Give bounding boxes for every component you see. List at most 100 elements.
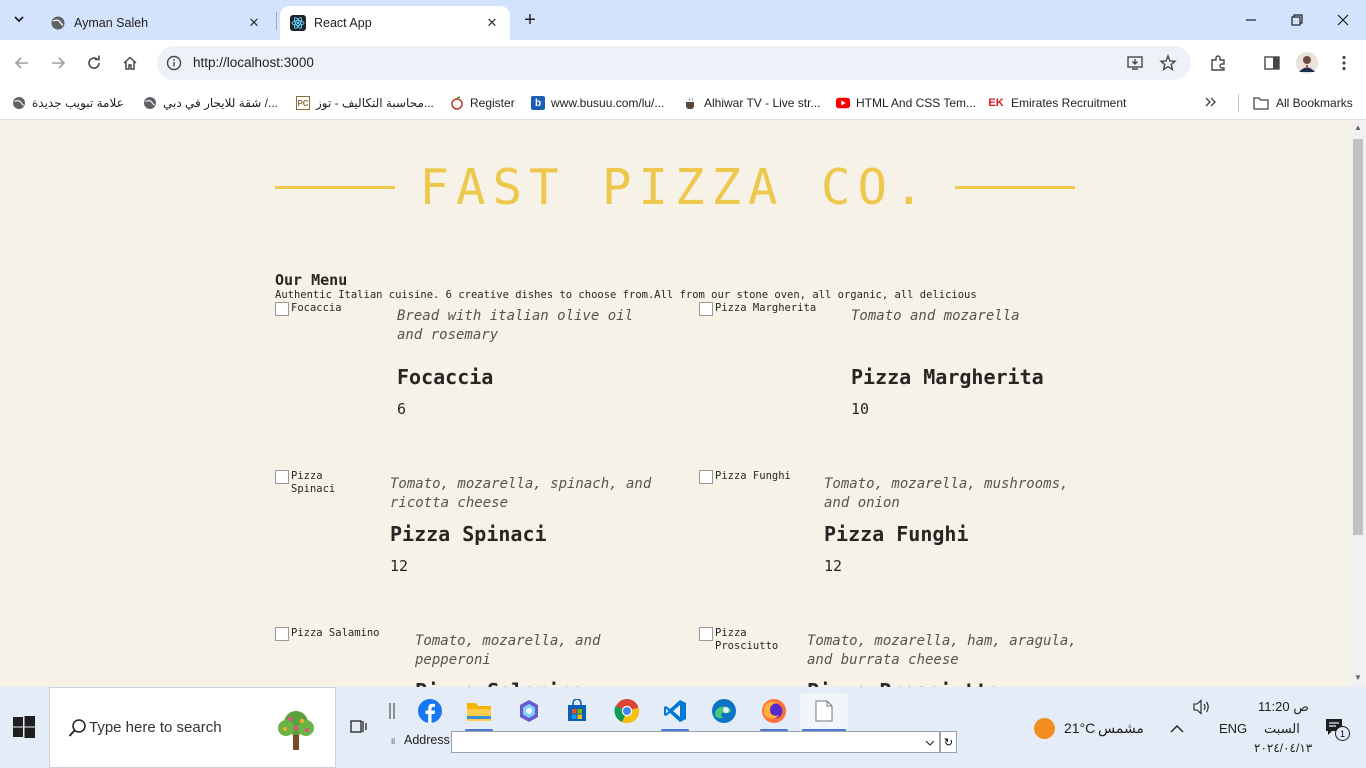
restore-button[interactable]: [1274, 6, 1320, 34]
vscode-icon: [664, 700, 686, 722]
youtube-icon: [836, 96, 850, 110]
address-go-button[interactable]: ↻: [940, 731, 957, 753]
bookmark-item[interactable]: b www.busuu.com/lu/...: [531, 93, 664, 113]
list-item: Pizza Prosciutto Tomato, mozarella, ham,…: [699, 627, 1099, 687]
scroll-thumb[interactable]: [1353, 139, 1363, 535]
star-icon[interactable]: [1158, 53, 1178, 73]
weather-sun-icon[interactable]: [1034, 718, 1055, 739]
bookmark-item[interactable]: PC محاسبة التكاليف - توز...: [296, 93, 434, 113]
home-button[interactable]: [117, 50, 143, 76]
bookmark-item[interactable]: علامة تبويب جديدة: [12, 93, 124, 113]
taskbar-search-box[interactable]: Type here to search: [49, 687, 336, 768]
search-placeholder: Type here to search: [89, 719, 222, 736]
avatar[interactable]: [1296, 52, 1318, 74]
extensions-icon[interactable]: [1207, 52, 1229, 74]
clock-day[interactable]: السبت: [1264, 721, 1300, 737]
address-label: Address: [404, 733, 450, 747]
edge-icon: [712, 699, 736, 723]
address-bar[interactable]: http://localhost:3000: [157, 46, 1191, 80]
folder-icon: [467, 703, 491, 721]
broken-image-icon: [275, 302, 289, 316]
pizza-name: Pizza Margherita: [851, 365, 1044, 389]
all-bookmarks-button[interactable]: All Bookmarks: [1252, 93, 1353, 113]
install-app-icon[interactable]: [1125, 53, 1145, 73]
more-bookmarks-button[interactable]: [1203, 93, 1217, 113]
scroll-down-icon[interactable]: ▼: [1353, 673, 1363, 682]
pizza-name: Pizza Spinaci: [390, 522, 547, 546]
start-button[interactable]: [12, 715, 36, 739]
weather-temperature[interactable]: 21°C: [1064, 720, 1095, 736]
tab-search-button[interactable]: [6, 7, 32, 33]
taskbar-edge[interactable]: [706, 693, 742, 729]
header-line-right: [955, 186, 1075, 189]
task-view-button[interactable]: [341, 709, 377, 745]
tab-react-app[interactable]: React App ✕: [280, 6, 510, 40]
close-window-button[interactable]: [1320, 6, 1366, 34]
weather-description[interactable]: مشمس: [1098, 720, 1144, 737]
firefox-icon: [762, 699, 786, 723]
bookmark-item[interactable]: EK Emirates Recruitment: [987, 93, 1126, 113]
chevron-down-icon[interactable]: [925, 735, 935, 753]
bookmark-label: شقة للايجار في دبي /...: [163, 96, 279, 110]
list-item: Pizza Salamino Tomato, mozarella, and pe…: [275, 627, 675, 687]
info-icon[interactable]: [166, 55, 182, 71]
store-icon: [568, 699, 586, 721]
address-toolbar-grip: ॥: [390, 736, 396, 746]
volume-icon[interactable]: [1192, 699, 1212, 720]
toolbar-grip[interactable]: [380, 693, 404, 729]
bookmark-item[interactable]: HTML And CSS Tem...: [836, 93, 976, 113]
bookmark-label: Alhiwar TV - Live str...: [704, 96, 821, 110]
reload-button[interactable]: [81, 50, 107, 76]
list-item: Pizza Funghi Tomato, mozarella, mushroom…: [699, 470, 1099, 620]
arrow-right-icon: [52, 57, 66, 69]
pizza-ingredients: Tomato and mozarella: [851, 308, 1020, 324]
tab-title: React App: [314, 16, 372, 30]
taskbar-firefox[interactable]: [756, 693, 792, 732]
tab-title: Ayman Saleh: [74, 16, 149, 30]
document-icon: [815, 700, 833, 722]
task-view-icon: [350, 720, 367, 733]
url-text[interactable]: http://localhost:3000: [193, 55, 314, 70]
back-button[interactable]: [9, 50, 35, 76]
react-icon: [290, 15, 306, 31]
close-icon[interactable]: ✕: [482, 13, 502, 33]
side-panel-icon[interactable]: [1261, 52, 1283, 74]
taskbar-vscode[interactable]: [657, 693, 693, 732]
forward-button[interactable]: [45, 50, 71, 76]
pizza-ingredients: Tomato, mozarella, ham, aragula, and bur…: [807, 633, 1077, 668]
search-icon: [68, 718, 88, 738]
more-menu-icon[interactable]: [1333, 52, 1355, 74]
bookmark-label: محاسبة التكاليف - توز...: [316, 96, 434, 110]
minimize-icon: [1246, 19, 1256, 21]
pizza-price: 12: [390, 557, 409, 575]
taskbar-facebook[interactable]: [412, 693, 448, 729]
list-item: Pizza Margherita Tomato and mozarella Pi…: [699, 302, 1099, 452]
chevron-up-icon[interactable]: [1170, 721, 1184, 739]
clock-time[interactable]: 11:20 ص: [1258, 699, 1309, 715]
close-icon[interactable]: ✕: [244, 13, 264, 33]
bookmark-item[interactable]: شقة للايجار في دبي /...: [143, 93, 278, 113]
scroll-up-icon[interactable]: ▲: [1353, 123, 1363, 132]
bookmark-item[interactable]: Alhiwar TV - Live str...: [684, 93, 820, 113]
broken-image-icon: [699, 470, 713, 484]
taskbar-store[interactable]: [559, 693, 595, 729]
new-tab-button[interactable]: +: [519, 9, 541, 31]
address-input[interactable]: [451, 731, 940, 753]
language-indicator[interactable]: ENG: [1219, 721, 1247, 736]
ek-icon: EK: [988, 97, 1004, 109]
tab-ayman-saleh[interactable]: Ayman Saleh ✕: [40, 6, 272, 40]
bookmarks-bar: علامة تبويب جديدة شقة للايجار في دبي /..…: [0, 86, 1366, 120]
taskbar-file-explorer[interactable]: [461, 693, 497, 732]
pizza-ingredients: Tomato, mozarella, and pepperoni: [415, 633, 601, 668]
bookmark-item[interactable]: Register: [450, 93, 515, 113]
list-item: Pizza Spinaci Tomato, mozarella, spinach…: [275, 470, 675, 620]
pizza-name: Pizza Salamino: [415, 679, 584, 687]
clock-date[interactable]: ٢٠٢٤/٠٤/١٣: [1254, 741, 1312, 755]
notifications-button[interactable]: 1: [1324, 717, 1350, 743]
taskbar-blank-document[interactable]: [800, 693, 848, 732]
taskbar-chrome[interactable]: [609, 693, 645, 729]
vertical-scrollbar[interactable]: ▲ ▼: [1350, 121, 1366, 687]
minimize-button[interactable]: [1228, 6, 1274, 34]
taskbar-copilot[interactable]: [511, 693, 547, 729]
bookmark-label: www.busuu.com/lu/...: [551, 96, 665, 110]
